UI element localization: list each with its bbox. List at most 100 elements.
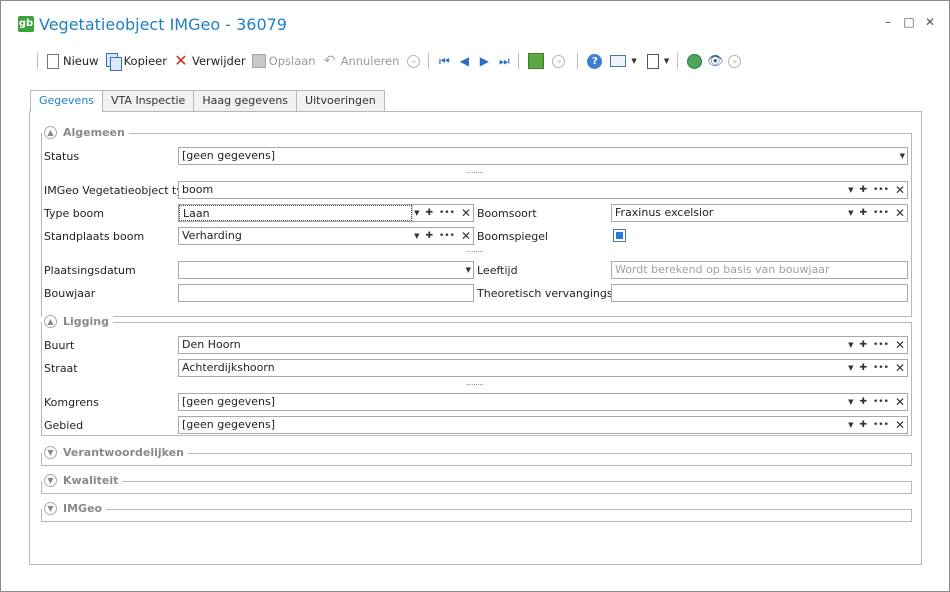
save-button[interactable]: Opslaan (250, 50, 320, 72)
chevron-down-circle-icon[interactable]: ▼ (44, 474, 57, 487)
clear-icon[interactable]: ✕ (461, 205, 471, 221)
tab-vta-inspectie[interactable]: VTA Inspectie (102, 90, 195, 111)
more-view-icon[interactable]: » (728, 54, 742, 68)
dropdown-arrow-icon[interactable]: ▼ (848, 394, 853, 410)
help-icon[interactable]: ? (587, 53, 603, 69)
plaatsingsdatum-datepicker[interactable]: ▼ (178, 261, 474, 279)
add-icon[interactable]: ✚ (859, 337, 867, 353)
dropdown-arrow-icon[interactable]: ▼ (466, 262, 471, 278)
close-window-button[interactable]: ✕ (923, 15, 937, 29)
add-icon[interactable]: ✚ (425, 205, 433, 221)
splitter-handle[interactable] (467, 384, 483, 385)
first-record-icon[interactable]: ⏮ (434, 54, 454, 69)
clear-icon[interactable]: ✕ (895, 417, 905, 433)
dropdown-arrow-icon[interactable]: ▼ (848, 182, 853, 198)
chevron-down-circle-icon[interactable]: ▼ (44, 446, 57, 459)
dropdown-arrow-icon[interactable]: ▼ (848, 417, 853, 433)
copy-icon (105, 53, 122, 71)
last-record-icon[interactable]: ⏭ (494, 54, 514, 69)
clear-icon[interactable]: ✕ (895, 337, 905, 353)
splitter-handle[interactable] (467, 251, 483, 252)
gebied-label: Gebied (44, 419, 84, 432)
boomspiegel-checkbox[interactable] (613, 229, 626, 242)
form-layout-dropdown-icon[interactable]: ▼ (631, 57, 636, 65)
gebied-select[interactable]: [geen gegevens] ▼ ✚ ••• ✕ (178, 416, 908, 434)
ellipsis-icon[interactable]: ••• (873, 394, 889, 410)
standplaats-select[interactable]: Verharding ▼ ✚ ••• ✕ (178, 227, 474, 245)
dropdown-arrow-icon[interactable]: ▼ (900, 148, 905, 164)
minimize-button[interactable]: – (881, 15, 895, 29)
group-ligging-header[interactable]: ▲ Ligging (42, 315, 114, 328)
komgrens-label: Komgrens (44, 396, 99, 409)
add-icon[interactable]: ✚ (859, 205, 867, 221)
leeftijd-input[interactable]: Wordt berekend op basis van bouwjaar (611, 261, 908, 279)
more-export-icon[interactable]: » (552, 54, 566, 68)
add-icon[interactable]: ✚ (859, 360, 867, 376)
type-boom-editor[interactable]: Laan (179, 205, 413, 221)
chevron-up-circle-icon[interactable]: ▲ (44, 126, 57, 139)
komgrens-select[interactable]: [geen gegevens] ▼ ✚ ••• ✕ (178, 393, 908, 411)
ellipsis-icon[interactable]: ••• (873, 205, 889, 221)
status-value: [geen gegevens] (182, 149, 276, 162)
group-kwaliteit-header[interactable]: ▼ Kwaliteit (42, 474, 123, 487)
report-icon[interactable] (646, 53, 659, 69)
clear-icon[interactable]: ✕ (895, 360, 905, 376)
delete-button[interactable]: ✕ Verwijder (171, 50, 250, 72)
add-icon[interactable]: ✚ (859, 394, 867, 410)
status-select[interactable]: [geen gegevens] ▼ (178, 147, 908, 165)
buurt-select[interactable]: Den Hoorn ▼ ✚ ••• ✕ (178, 336, 908, 354)
tab-uitvoeringen[interactable]: Uitvoeringen (296, 90, 385, 111)
add-icon[interactable]: ✚ (859, 182, 867, 198)
clear-icon[interactable]: ✕ (461, 228, 471, 244)
dropdown-arrow-icon[interactable]: ▼ (848, 337, 853, 353)
chevron-up-circle-icon[interactable]: ▲ (44, 315, 57, 328)
toolbar-separator (677, 53, 680, 69)
more-actions-icon[interactable]: » (407, 54, 421, 68)
boomsoort-select[interactable]: Fraxinus excelsior ▼ ✚ ••• ✕ (611, 204, 908, 222)
group-imgeo-title: IMGeo (63, 502, 103, 515)
add-icon[interactable]: ✚ (859, 417, 867, 433)
copy-button[interactable]: Kopieer (103, 50, 171, 72)
gebied-buttons: ▼ ✚ ••• ✕ (842, 417, 905, 433)
previous-record-icon[interactable]: ◀ (454, 54, 474, 68)
ellipsis-icon[interactable]: ••• (873, 182, 889, 198)
next-record-icon[interactable]: ▶ (474, 54, 494, 68)
splitter-handle[interactable] (467, 172, 483, 173)
bouwjaar-input[interactable] (178, 284, 474, 302)
ellipsis-icon[interactable]: ••• (873, 417, 889, 433)
cancel-button-label: Annuleren (340, 54, 400, 68)
boomspiegel-label: Boomspiegel (477, 230, 549, 243)
maximize-button[interactable]: □ (902, 15, 916, 29)
ellipsis-icon[interactable]: ••• (439, 228, 455, 244)
dropdown-arrow-icon[interactable]: ▼ (414, 205, 419, 221)
straat-select[interactable]: Achterdijkshoorn ▼ ✚ ••• ✕ (178, 359, 908, 377)
cancel-button[interactable]: ↶ Annuleren (320, 50, 404, 72)
group-algemeen-header[interactable]: ▲ Algemeen (42, 126, 129, 139)
clear-icon[interactable]: ✕ (895, 182, 905, 198)
group-imgeo-header[interactable]: ▼ IMGeo (42, 502, 107, 515)
form-layout-icon[interactable] (610, 55, 627, 67)
new-button[interactable]: Nieuw (43, 50, 103, 72)
dropdown-arrow-icon[interactable]: ▼ (414, 228, 419, 244)
ellipsis-icon[interactable]: ••• (873, 360, 889, 376)
ellipsis-icon[interactable]: ••• (873, 337, 889, 353)
ellipsis-icon[interactable]: ••• (439, 205, 455, 221)
clear-icon[interactable]: ✕ (895, 394, 905, 410)
tab-gegevens[interactable]: Gegevens (30, 90, 104, 112)
vervangingsjaar-input[interactable] (611, 284, 908, 302)
type-boom-select[interactable]: Laan ▼ ✚ ••• ✕ (178, 204, 474, 222)
new-button-label: Nieuw (63, 54, 99, 68)
tab-haag-gegevens[interactable]: Haag gegevens (193, 90, 298, 111)
status-label: Status (44, 150, 80, 163)
view-icon[interactable]: 👁 (706, 54, 724, 69)
add-icon[interactable]: ✚ (425, 228, 433, 244)
imgeo-type-select[interactable]: boom ▼ ✚ ••• ✕ (178, 181, 908, 199)
map-icon[interactable] (687, 53, 703, 69)
dropdown-arrow-icon[interactable]: ▼ (848, 205, 853, 221)
chevron-down-circle-icon[interactable]: ▼ (44, 502, 57, 515)
group-verantwoordelijken-header[interactable]: ▼ Verantwoordelijken (42, 446, 188, 459)
dropdown-arrow-icon[interactable]: ▼ (848, 360, 853, 376)
clear-icon[interactable]: ✕ (895, 205, 905, 221)
export-icon[interactable] (528, 53, 545, 69)
report-dropdown-icon[interactable]: ▼ (664, 57, 669, 65)
